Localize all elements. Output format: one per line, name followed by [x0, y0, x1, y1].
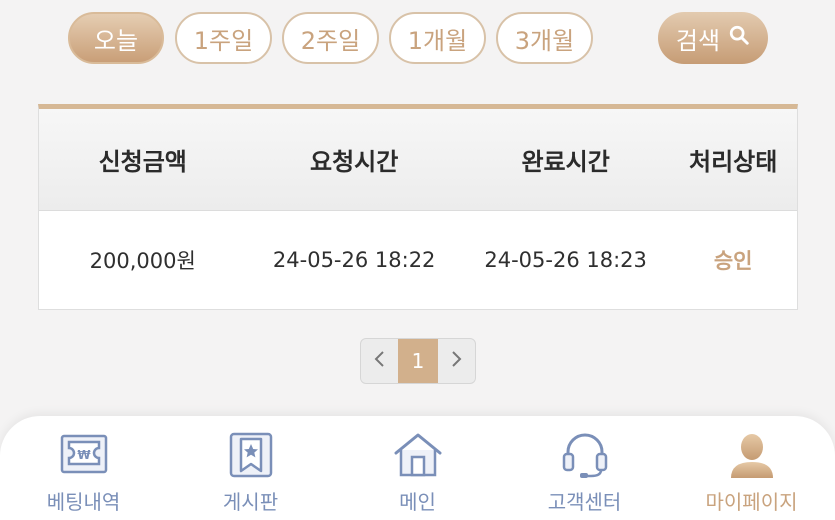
chevron-left-icon: [373, 349, 387, 373]
cell-completed-time: 24-05-26 18:23: [484, 248, 647, 272]
filter-2week-label: 2주일: [300, 26, 361, 55]
betting-ticket-icon: ₩: [57, 428, 111, 482]
nav-label-board: 게시판: [222, 490, 279, 514]
nav-item-main[interactable]: 메인: [334, 416, 501, 520]
filter-3month-button[interactable]: 3개월: [496, 12, 593, 64]
nav-label-main: 메인: [399, 490, 436, 514]
nav-item-board[interactable]: 게시판: [167, 416, 334, 520]
filter-3month-label: 3개월: [514, 26, 575, 55]
bookmark-star-icon: [224, 428, 278, 482]
header-amount: 신청금액: [98, 148, 187, 176]
prev-page-button[interactable]: [361, 339, 398, 383]
chevron-right-icon: [449, 349, 463, 373]
filter-1week-label: 1주일: [193, 26, 254, 55]
withdrawal-history-table: 신청금액 요청시간 완료시간 처리상태 200,000원 24-05-26 18…: [38, 104, 798, 310]
nav-label-customer-center: 고객센터: [547, 490, 622, 514]
search-label: 검색: [675, 26, 721, 55]
home-icon: [391, 428, 445, 482]
header-requested-time: 요청시간: [310, 148, 399, 176]
status-badge: 승인: [713, 249, 753, 273]
search-button[interactable]: 검색: [658, 12, 768, 64]
header-status: 처리상태: [689, 148, 778, 176]
nav-item-betting-history[interactable]: ₩ 베팅내역: [0, 416, 167, 520]
search-icon: [728, 24, 750, 52]
nav-label-betting-history: 베팅내역: [46, 490, 121, 514]
filter-1month-label: 1개월: [407, 26, 468, 55]
filter-1month-button[interactable]: 1개월: [389, 12, 486, 64]
table-header: 신청금액 요청시간 완료시간 처리상태: [39, 109, 797, 211]
filter-1week-button[interactable]: 1주일: [175, 12, 272, 64]
headset-icon: [558, 428, 612, 482]
bottom-navigation: ₩ 베팅내역 게시판 메인 고객센터 마이페이지: [0, 416, 835, 520]
next-page-button[interactable]: [438, 339, 475, 383]
filter-2week-button[interactable]: 2주일: [282, 12, 379, 64]
cell-requested-time: 24-05-26 18:22: [272, 248, 436, 272]
page-1-button[interactable]: 1: [398, 339, 438, 383]
cell-amount: 200,000원: [89, 249, 196, 273]
date-filter-bar: 오늘 1주일 2주일 1개월 3개월 검색: [0, 10, 835, 66]
user-icon: [725, 428, 779, 482]
nav-item-my-page[interactable]: 마이페이지: [668, 416, 835, 520]
svg-text:₩: ₩: [77, 448, 91, 462]
nav-label-my-page: 마이페이지: [705, 490, 798, 514]
nav-item-customer-center[interactable]: 고객센터: [501, 416, 668, 520]
filter-today-label: 오늘: [93, 26, 139, 55]
pagination: 1: [360, 338, 476, 384]
header-completed-time: 완료시간: [521, 148, 610, 176]
filter-today-button[interactable]: 오늘: [68, 12, 164, 64]
table-row: 200,000원 24-05-26 18:22 24-05-26 18:23 승…: [39, 211, 797, 309]
